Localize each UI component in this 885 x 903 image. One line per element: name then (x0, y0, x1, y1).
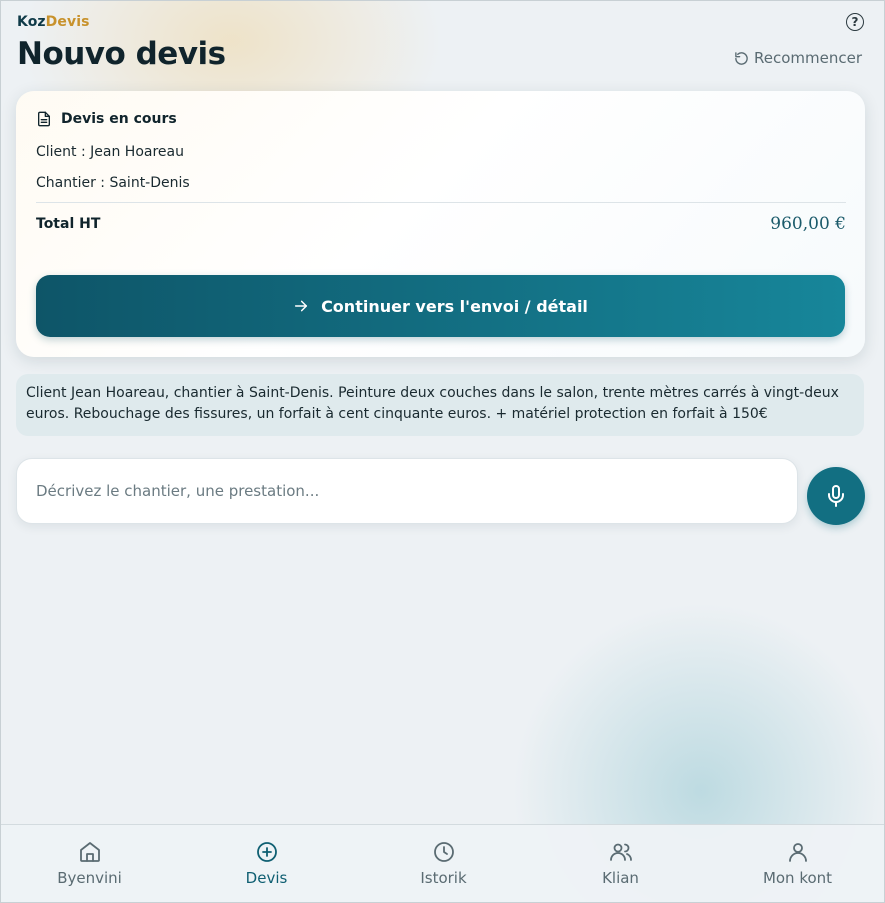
card-heading: Devis en cours (36, 111, 177, 127)
continue-label: Continuer vers l'envoi / détail (321, 296, 588, 316)
divider (36, 202, 846, 203)
bottom-nav: Byenvini Devis Istorik Klian Mon kont (1, 824, 884, 902)
restart-label: Recommencer (754, 49, 863, 67)
nav-item-mon-kont[interactable]: Mon kont (709, 825, 884, 902)
nav-item-klian[interactable]: Klian (532, 825, 709, 902)
nav-label: Devis (245, 869, 288, 887)
app-frame: KozDevis ? Nouvo devis Recommencer Devis… (0, 0, 885, 903)
page-title: Nouvo devis (17, 36, 226, 72)
brand-part-1: Koz (17, 14, 46, 30)
card-heading-label: Devis en cours (61, 111, 177, 127)
nav-label: Byenvini (57, 869, 122, 887)
quote-summary-card: Devis en cours Client : Jean Hoareau Cha… (16, 91, 865, 357)
help-icon[interactable]: ? (846, 13, 864, 31)
transcript-bubble: Client Jean Hoareau, chantier à Saint-De… (16, 374, 864, 436)
nav-item-istorik[interactable]: Istorik (355, 825, 532, 902)
arrow-right-icon (294, 300, 308, 312)
clock-icon (433, 842, 454, 862)
microphone-icon (828, 485, 844, 507)
nav-label: Klian (602, 869, 639, 887)
total-value: 960,00 € (770, 214, 846, 234)
description-input[interactable] (16, 458, 798, 524)
nav-item-byenvini[interactable]: Byenvini (1, 825, 178, 902)
nav-label: Mon kont (762, 869, 833, 887)
plus-circle-icon (256, 842, 277, 862)
rotate-ccw-icon (735, 51, 748, 65)
client-line: Client : Jean Hoareau (36, 144, 184, 160)
chantier-line: Chantier : Saint-Denis (36, 175, 190, 191)
brand-logo: KozDevis (17, 14, 90, 30)
user-icon (788, 843, 807, 862)
restart-button[interactable]: Recommencer (734, 49, 862, 67)
continue-button[interactable]: Continuer vers l'envoi / détail (36, 275, 845, 337)
home-icon (79, 842, 100, 862)
nav-label: Istorik (420, 869, 467, 887)
users-icon (609, 843, 632, 861)
brand-part-2: Devis (45, 14, 90, 30)
nav-item-devis[interactable]: Devis (178, 825, 355, 902)
mic-button[interactable] (807, 467, 865, 525)
document-icon (38, 111, 50, 127)
total-label: Total HT (36, 216, 101, 232)
